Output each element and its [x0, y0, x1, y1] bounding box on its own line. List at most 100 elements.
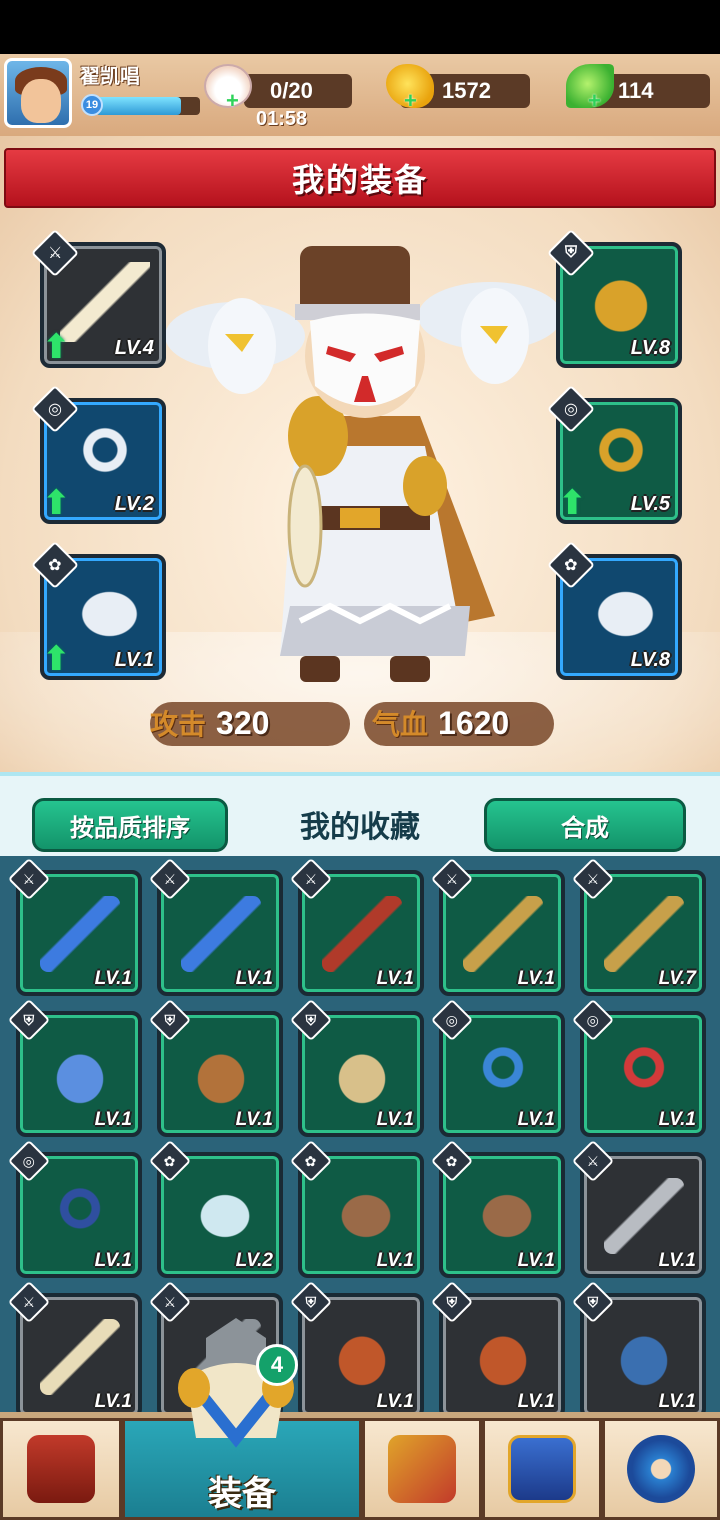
- player-level-badge: 19: [81, 94, 103, 116]
- avatar-face: [21, 79, 61, 123]
- equipment-slot[interactable]: ◎ ⬆ LV.5: [546, 384, 682, 524]
- collection-item[interactable]: ✿ LV.2: [148, 1139, 283, 1278]
- collection-item[interactable]: ⛨ LV.1: [571, 1280, 706, 1419]
- collection-item[interactable]: ⚔ LV.1: [7, 1280, 142, 1419]
- item-level: LV.8: [630, 337, 670, 359]
- collection-item[interactable]: ✿ LV.1: [289, 1139, 424, 1278]
- tab-shop[interactable]: [0, 1418, 122, 1520]
- item-level: LV.1: [658, 1391, 696, 1412]
- hp-value: 1620: [438, 704, 510, 741]
- xp-bar-fill: [96, 97, 182, 115]
- sword-item-icon: [604, 896, 684, 972]
- sort-by-quality-button[interactable]: 按品质排序: [32, 798, 228, 852]
- armor-icon: [178, 1318, 294, 1448]
- equipment-slot[interactable]: ⚔ ⬆ LV.4: [30, 228, 166, 368]
- item-level: LV.1: [517, 1250, 555, 1271]
- stamina-counter: 0/20: [244, 74, 352, 108]
- sword-type-icon: ⚔: [148, 1280, 192, 1324]
- collection-item[interactable]: ⛨ LV.1: [289, 998, 424, 1137]
- item-level: LV.1: [517, 1391, 555, 1412]
- add-stamina-button[interactable]: +: [226, 90, 244, 112]
- sword-item-icon: [40, 1319, 120, 1395]
- ring-item-icon: [40, 1178, 120, 1254]
- collection-item[interactable]: ✿ LV.1: [430, 1139, 565, 1278]
- armor-type-icon: ⛨: [7, 998, 51, 1042]
- hp-stat: 气血 1620: [372, 698, 509, 748]
- paw-type-icon: ✿: [430, 1139, 474, 1183]
- equipment-panel: 我的装备 ⚔ ⬆ LV.4 ◎ ⬆ LV.2 ✿ ⬆ LV.1 ⛨ LV.8 ◎…: [0, 136, 720, 772]
- armor-item-icon: [463, 1319, 543, 1395]
- equipment-slot[interactable]: ◎ ⬆ LV.2: [30, 384, 166, 524]
- compose-button[interactable]: 合成: [484, 798, 686, 852]
- eagle-pet-left: [165, 298, 305, 394]
- stamina-value: 0/20: [270, 78, 313, 103]
- tab-book[interactable]: [482, 1418, 602, 1520]
- bottom-nav: 装备: [0, 1412, 720, 1520]
- armor-item-icon: [181, 1037, 261, 1113]
- armor-type-icon: ⛨: [430, 1280, 474, 1324]
- sword-item-icon: [40, 896, 120, 972]
- collection-item[interactable]: ⛨ LV.1: [289, 1280, 424, 1419]
- stamina-timer: 01:58: [256, 108, 308, 130]
- equipment-slot[interactable]: ⛨ LV.8: [546, 228, 682, 368]
- item-level: LV.1: [376, 1109, 414, 1130]
- tab-skills[interactable]: [362, 1418, 482, 1520]
- eagle-pet-right: [418, 282, 562, 384]
- armor-type-icon: ⛨: [571, 1280, 615, 1324]
- book-icon: [508, 1435, 576, 1503]
- collection-item[interactable]: ⚔ LV.1: [430, 857, 565, 996]
- collection-item[interactable]: ⛨ LV.1: [430, 1280, 565, 1419]
- item-level: LV.2: [114, 493, 154, 515]
- item-level: LV.1: [235, 968, 273, 989]
- sword-type-icon: ⚔: [430, 857, 474, 901]
- armor-type-icon: ⛨: [289, 998, 333, 1042]
- collection-header: 按品质排序 我的收藏 合成: [0, 772, 720, 856]
- add-gold-button[interactable]: +: [404, 90, 422, 112]
- collection-item[interactable]: ◎ LV.1: [571, 998, 706, 1137]
- upgrade-arrow-icon: ⬆: [42, 328, 71, 366]
- paw-type-icon: ✿: [148, 1139, 192, 1183]
- add-jade-button[interactable]: +: [588, 90, 606, 112]
- hp-label: 气血: [372, 709, 429, 740]
- sword-type-icon: ⚔: [7, 857, 51, 901]
- equipment-banner: 我的装备: [4, 148, 716, 208]
- character-model: [165, 246, 562, 682]
- sword-type-icon: ⚔: [7, 1280, 51, 1324]
- item-level: LV.1: [517, 968, 555, 989]
- armor-item-icon: [604, 1319, 684, 1395]
- sword-type-icon: ⚔: [289, 857, 333, 901]
- collection-item[interactable]: ⚔ LV.1: [148, 857, 283, 996]
- weapon-icon: [388, 1435, 456, 1503]
- tab-settings[interactable]: [602, 1418, 720, 1520]
- paw-item-icon: [322, 1178, 402, 1254]
- ring-type-icon: ◎: [7, 1139, 51, 1183]
- collection-item[interactable]: ⚔ LV.7: [571, 857, 706, 996]
- collection-item[interactable]: ⚔ LV.1: [571, 1139, 706, 1278]
- collection-item[interactable]: ⚔ LV.1: [7, 857, 142, 996]
- player-avatar[interactable]: [4, 58, 72, 128]
- gear-icon: [627, 1435, 695, 1503]
- ring-type-icon: ◎: [430, 998, 474, 1042]
- upgrade-arrow-icon: ⬆: [42, 484, 71, 522]
- collection-item[interactable]: ⚔ LV.1: [289, 857, 424, 996]
- sword-type-icon: ⚔: [571, 1139, 615, 1183]
- collection-item[interactable]: ◎ LV.1: [7, 1139, 142, 1278]
- item-level: LV.8: [630, 649, 670, 671]
- collection-item[interactable]: ⛨ LV.1: [7, 998, 142, 1137]
- item-level: LV.1: [376, 1391, 414, 1412]
- player-name: 翟凯唱: [80, 66, 140, 88]
- collection-item[interactable]: ◎ LV.1: [430, 998, 565, 1137]
- collection-item[interactable]: ⛨ LV.1: [148, 998, 283, 1137]
- item-level: LV.4: [114, 337, 154, 359]
- paw-item-icon: [181, 1178, 261, 1254]
- sword-item-icon: [181, 896, 261, 972]
- equipment-slot[interactable]: ✿ LV.8: [546, 540, 682, 680]
- equipment-slot[interactable]: ✿ ⬆ LV.1: [30, 540, 166, 680]
- item-level: LV.7: [658, 968, 696, 989]
- ring-item-icon: [463, 1037, 543, 1113]
- armor-item-icon: [576, 262, 666, 342]
- item-level: LV.1: [94, 968, 132, 989]
- sword-type-icon: ⚔: [571, 857, 615, 901]
- ring-type-icon: ◎: [571, 998, 615, 1042]
- gold-value: 1572: [442, 78, 491, 103]
